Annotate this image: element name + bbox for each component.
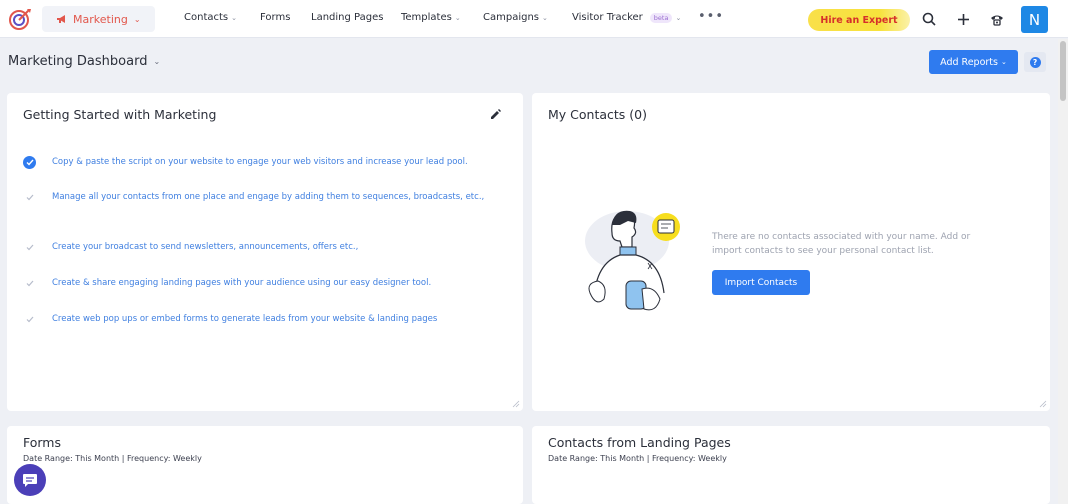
page-title: Marketing Dashboard — [8, 54, 148, 69]
empty-contacts-illustration — [585, 210, 680, 311]
more-menu-button[interactable]: ••• — [698, 9, 724, 24]
nav-campaigns[interactable]: Campaigns ⌄ — [483, 12, 548, 23]
check-mark-icon — [23, 241, 36, 254]
app-logo-icon[interactable] — [8, 7, 32, 31]
checklist-item-text: Create your broadcast to send newsletter… — [52, 242, 359, 252]
add-reports-label: Add Reports — [940, 56, 998, 68]
check-mark-icon — [23, 313, 36, 326]
chevron-down-icon: ⌄ — [231, 13, 237, 22]
resize-handle-icon[interactable] — [512, 400, 520, 408]
module-switcher[interactable]: Marketing ⌄ — [42, 6, 155, 32]
hire-expert-button[interactable]: Hire an Expert — [808, 9, 910, 31]
beta-badge: beta — [649, 12, 673, 23]
checklist-item-text: Create web pop ups or embed forms to gen… — [52, 314, 438, 324]
check-circle-icon — [23, 156, 36, 169]
nav-templates[interactable]: Templates ⌄ — [401, 12, 461, 23]
plus-icon — [957, 13, 969, 25]
report-date-range: Date Range: This Month | Frequency: Week… — [548, 454, 727, 463]
chevron-down-icon: ⌄ — [153, 57, 161, 66]
checklist-item[interactable]: Create & share engaging landing pages wi… — [23, 276, 513, 290]
create-new-button[interactable] — [952, 8, 974, 30]
forms-report-card: Forms Date Range: This Month | Frequency… — [7, 426, 523, 504]
chevron-down-icon: ⌄ — [454, 13, 461, 22]
nav-landing-pages-label: Landing Pages — [311, 12, 384, 23]
checklist-item[interactable]: Create web pop ups or embed forms to gen… — [23, 312, 513, 326]
checklist-item-text: Copy & paste the script on your website … — [52, 157, 468, 167]
my-contacts-card: My Contacts (0) There are no contacts as… — [532, 93, 1050, 411]
chevron-down-icon: ⌄ — [675, 13, 682, 22]
chat-support-button[interactable] — [14, 464, 46, 496]
search-icon — [922, 12, 936, 26]
chat-icon — [23, 473, 37, 487]
nav-forms[interactable]: Forms — [260, 12, 290, 23]
phone-icon — [991, 15, 1003, 26]
empty-state-message: There are no contacts associated with yo… — [712, 232, 971, 256]
nav-visitor-tracker[interactable]: Visitor Tracker beta ⌄ — [572, 12, 681, 23]
card-title: Getting Started with Marketing — [23, 107, 217, 122]
checklist-item-text: Create & share engaging landing pages wi… — [52, 278, 432, 288]
page-header: Marketing Dashboard ⌄ Add Reports ⌄ ? — [0, 39, 1058, 85]
checklist-item[interactable]: Copy & paste the script on your website … — [23, 155, 513, 169]
card-title: Forms — [23, 435, 62, 450]
module-label: Marketing — [73, 12, 128, 26]
nav-contacts-label: Contacts — [184, 12, 229, 23]
phone-button[interactable] — [986, 8, 1008, 30]
checklist-item[interactable]: Manage all your contacts from one place … — [23, 190, 513, 204]
checklist-item-text: Manage all your contacts from one place … — [52, 192, 485, 202]
nav-visitor-tracker-label: Visitor Tracker — [572, 12, 643, 23]
scrollbar-thumb[interactable] — [1060, 41, 1066, 101]
search-button[interactable] — [918, 8, 940, 30]
card-title: Contacts from Landing Pages — [548, 435, 731, 450]
card-title: My Contacts (0) — [548, 107, 647, 122]
getting-started-card: Getting Started with Marketing Copy & pa… — [7, 93, 523, 411]
help-button[interactable]: ? — [1024, 52, 1046, 72]
top-navbar: Marketing ⌄ Contacts ⌄ Forms Landing Pag… — [0, 0, 1068, 38]
nav-templates-label: Templates — [401, 12, 452, 23]
nav-landing-pages[interactable]: Landing Pages — [311, 12, 383, 23]
nav-campaigns-label: Campaigns — [483, 12, 540, 23]
help-icon: ? — [1029, 56, 1041, 68]
report-date-range: Date Range: This Month | Frequency: Week… — [23, 454, 202, 463]
user-avatar[interactable]: N — [1021, 6, 1048, 33]
chevron-down-icon: ⌄ — [133, 14, 141, 24]
chevron-down-icon: ⌄ — [1000, 58, 1007, 66]
check-mark-icon — [23, 191, 36, 204]
add-reports-button[interactable]: Add Reports ⌄ — [929, 50, 1018, 74]
checklist-item[interactable]: Create your broadcast to send newsletter… — [23, 240, 513, 254]
megaphone-icon — [57, 15, 65, 23]
nav-contacts[interactable]: Contacts ⌄ — [184, 12, 237, 23]
check-mark-icon — [23, 277, 36, 290]
resize-handle-icon[interactable] — [1039, 400, 1047, 408]
nav-forms-label: Forms — [260, 12, 291, 23]
landing-pages-report-card: Contacts from Landing Pages Date Range: … — [532, 426, 1050, 504]
dashboard-selector[interactable]: Marketing Dashboard ⌄ — [8, 54, 160, 69]
chevron-down-icon: ⌄ — [542, 13, 548, 22]
page-scrollbar[interactable] — [1058, 39, 1068, 504]
edit-pencil-icon[interactable] — [490, 109, 501, 120]
import-contacts-button[interactable]: Import Contacts — [712, 270, 810, 295]
